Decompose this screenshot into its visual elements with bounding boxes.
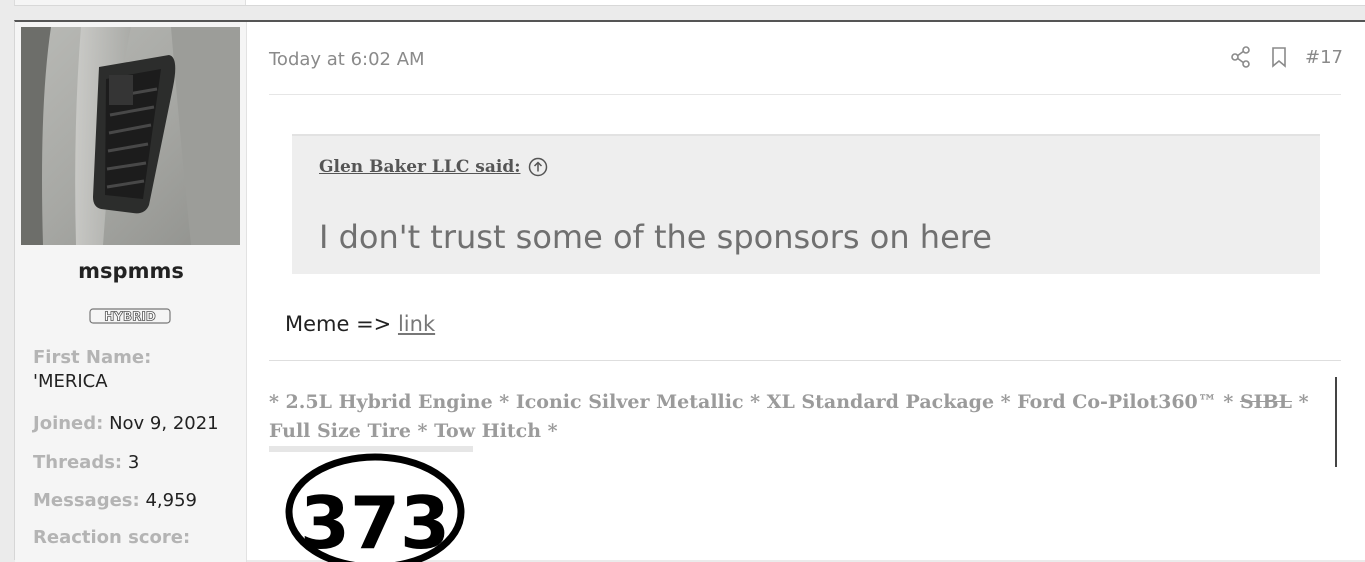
field-label: Messages: [33, 490, 140, 511]
reply-text: Meme => link [285, 312, 435, 336]
field-value: 'MERICA [33, 371, 108, 392]
forum-post: mspmms HYBRID First Name: 'MERICA Joined… [14, 20, 1365, 562]
quote-header: Glen Baker LLC said: [319, 157, 548, 177]
svg-text:HYBRID: HYBRID [104, 310, 156, 324]
user-field-messages: Messages: 4,959 [33, 490, 197, 511]
signature-divider [269, 360, 1341, 361]
previous-user-column-edge [15, 0, 246, 5]
post-body: Today at 6:02 AM #17 Glen Baker LLC said… [247, 22, 1365, 562]
user-field-joined: Joined: Nov 9, 2021 [33, 413, 219, 434]
field-value: 4,959 [145, 490, 197, 511]
quote-text: I don't trust some of the sponsors on he… [319, 218, 992, 256]
post-actions: #17 [1229, 45, 1343, 69]
signature: * 2.5L Hybrid Engine * Iconic Silver Met… [269, 388, 1341, 446]
reply-prefix: Meme => [285, 312, 398, 336]
field-label: Joined: [33, 413, 104, 434]
username[interactable]: mspmms [15, 259, 247, 283]
quote-block: Glen Baker LLC said: I don't trust some … [292, 134, 1320, 274]
scrollbar[interactable] [1335, 377, 1337, 467]
field-label: Threads: [33, 452, 123, 473]
arrow-up-circle-icon[interactable] [528, 157, 548, 177]
user-info-column: mspmms HYBRID First Name: 'MERICA Joined… [15, 22, 247, 562]
bookmark-icon[interactable] [1267, 45, 1291, 69]
post-number-link[interactable]: #17 [1305, 47, 1343, 68]
field-label: First Name: [33, 347, 152, 368]
share-icon[interactable] [1229, 45, 1253, 69]
field-label: Reaction score: [33, 527, 191, 548]
avatar[interactable] [21, 27, 240, 245]
user-field-reaction-score: Reaction score: [33, 527, 190, 548]
signature-struck-text: SIBL [1239, 391, 1292, 413]
divider [269, 94, 1341, 95]
signature-text-1: * 2.5L Hybrid Engine * Iconic Silver Met… [269, 391, 1240, 413]
previous-post-edge [14, 0, 1365, 6]
meme-link[interactable]: link [398, 312, 435, 336]
field-value: 3 [127, 452, 140, 473]
user-field-threads: Threads: 3 [33, 452, 139, 473]
svg-text:373: 373 [300, 481, 450, 562]
signature-373-logo: 373 [269, 446, 473, 562]
field-value: Nov 9, 2021 [109, 413, 219, 434]
user-field-first-name: First Name: 'MERICA [33, 347, 151, 392]
quote-author-link[interactable]: Glen Baker LLC said: [319, 157, 521, 177]
post-timestamp[interactable]: Today at 6:02 AM [269, 49, 425, 70]
hybrid-badge: HYBRID [89, 308, 171, 324]
